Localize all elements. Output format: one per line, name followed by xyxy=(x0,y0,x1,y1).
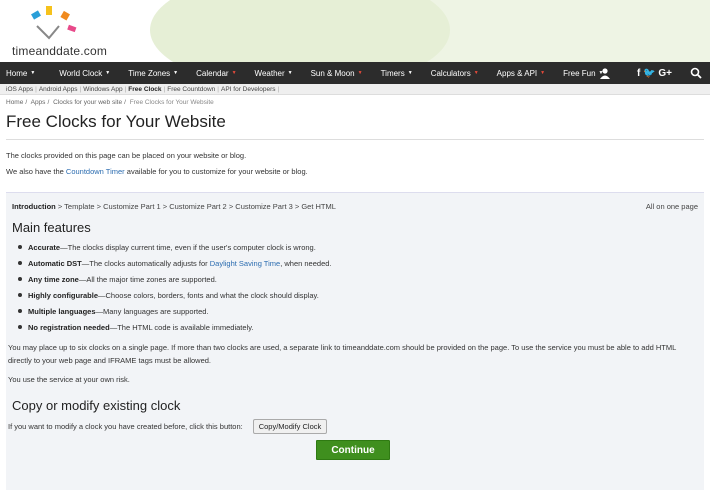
wizard-panel: Introduction > Template > Customize Part… xyxy=(6,192,704,490)
nav-right: f 🐦 G+ xyxy=(599,62,710,84)
chevron-down-icon: ▼ xyxy=(287,70,293,76)
nav-item-calculators[interactable]: Calculators ▼ xyxy=(425,69,479,78)
nav-item-time-zones[interactable]: Time Zones ▼ xyxy=(122,69,178,78)
copy-modify-button[interactable]: Copy/Modify Clock xyxy=(252,419,328,434)
nav-item-home[interactable]: Home ▼ xyxy=(0,69,35,78)
chevron-down-icon: ▼ xyxy=(30,70,36,76)
sub-nav: iOS Apps | Android Apps | Windows App | Fre… xyxy=(0,84,710,95)
copy-heading: Copy or modify existing clock xyxy=(12,398,181,413)
page-title: Free Clocks for Your Website xyxy=(6,112,226,131)
chevron-down-icon: ▼ xyxy=(173,70,179,76)
breadcrumb-clocks[interactable]: Clocks for your web site xyxy=(53,99,122,106)
list-item: No registration needed —The HTML code is … xyxy=(18,319,704,335)
brand-name: timeanddate.com xyxy=(12,44,108,58)
nav-item-weather[interactable]: Weather ▼ xyxy=(249,69,293,78)
copy-row: If you want to modify a clock you have c… xyxy=(6,413,704,434)
step-list: > Template > Customize Part 1 > Customiz… xyxy=(55,202,336,211)
step-current: Introduction xyxy=(12,202,56,211)
features-heading: Main features xyxy=(12,220,91,235)
nav-item-calendar[interactable]: Calendar ▼ xyxy=(190,69,236,78)
dst-link[interactable]: Daylight Saving Time xyxy=(210,259,280,268)
breadcrumb-home[interactable]: Home xyxy=(6,99,23,106)
main-nav: Home ▼ World Clock ▼ Time Zones ▼ Calendar ▼… xyxy=(0,62,710,84)
copy-text: If you want to modify a clock you have c… xyxy=(8,422,243,431)
bullet-icon xyxy=(18,293,22,297)
chevron-down-icon: ▼ xyxy=(231,70,237,76)
list-item: Accurate —The clocks display current time… xyxy=(18,239,704,255)
logo-icon xyxy=(31,6,77,40)
subnav-free-clock[interactable]: Free Clock xyxy=(128,86,161,93)
intro-text: The clocks provided on this page can be … xyxy=(0,140,710,180)
risk-text: You use the service at your own risk. xyxy=(8,375,130,384)
social-links[interactable]: f 🐦 G+ xyxy=(637,68,672,79)
nav-item-world-clock[interactable]: World Clock ▼ xyxy=(53,69,110,78)
bullet-icon xyxy=(18,325,22,329)
subnav-windows-app[interactable]: Windows App xyxy=(83,86,122,93)
bullet-icon xyxy=(18,277,22,281)
list-item: Any time zone —All the major time zones a… xyxy=(18,271,704,287)
search-icon[interactable] xyxy=(690,67,702,79)
countdown-timer-link[interactable]: Countdown Timer xyxy=(66,167,125,176)
nav-item-free-fun[interactable]: Free Fun ▼ xyxy=(557,69,603,78)
list-item: Multiple languages —Many languages are su… xyxy=(18,303,704,319)
subnav-api-developers[interactable]: API for Developers xyxy=(221,86,276,93)
usage-limits-text: You may place up to six clocks on a sing… xyxy=(8,343,677,365)
user-icon[interactable] xyxy=(599,67,611,79)
nav-item-timers[interactable]: Timers ▼ xyxy=(375,69,413,78)
chevron-down-icon: ▼ xyxy=(407,70,413,76)
intro-line-1: The clocks provided on this page can be … xyxy=(6,151,247,160)
wizard-steps: Introduction > Template > Customize Part… xyxy=(6,193,704,213)
subnav-free-countdown[interactable]: Free Countdown xyxy=(167,86,215,93)
list-item: Highly configurable —Choose colors, borde… xyxy=(18,287,704,303)
features-list: Accurate —The clocks display current time… xyxy=(6,235,704,335)
bullet-icon xyxy=(18,245,22,249)
all-on-one-page-link[interactable]: All on one page xyxy=(646,202,698,213)
chevron-down-icon: ▼ xyxy=(473,70,479,76)
header-decoration xyxy=(150,0,450,62)
breadcrumb: Home / Apps / Clocks for your web site / Fr… xyxy=(6,99,214,106)
breadcrumb-apps[interactable]: Apps xyxy=(31,99,46,106)
nav-item-sun-moon[interactable]: Sun & Moon ▼ xyxy=(305,69,363,78)
chevron-down-icon: ▼ xyxy=(105,70,111,76)
bullet-icon xyxy=(18,309,22,313)
chevron-down-icon: ▼ xyxy=(357,70,363,76)
bullet-icon xyxy=(18,261,22,265)
site-header: timeanddate.com xyxy=(0,0,710,62)
chevron-down-icon: ▼ xyxy=(540,70,546,76)
subnav-android-apps[interactable]: Android Apps xyxy=(39,86,78,93)
intro-line-2: We also have the Countdown Timer availab… xyxy=(6,167,308,176)
site-logo[interactable]: timeanddate.com xyxy=(10,4,120,58)
breadcrumb-current: Free Clocks for Your Website xyxy=(129,99,214,106)
continue-button[interactable]: Continue xyxy=(316,440,390,460)
nav-item-apps-api[interactable]: Apps & API ▼ xyxy=(491,69,545,78)
subnav-ios-apps[interactable]: iOS Apps xyxy=(6,86,33,93)
list-item: Automatic DST —The clocks automatically a… xyxy=(18,255,704,271)
